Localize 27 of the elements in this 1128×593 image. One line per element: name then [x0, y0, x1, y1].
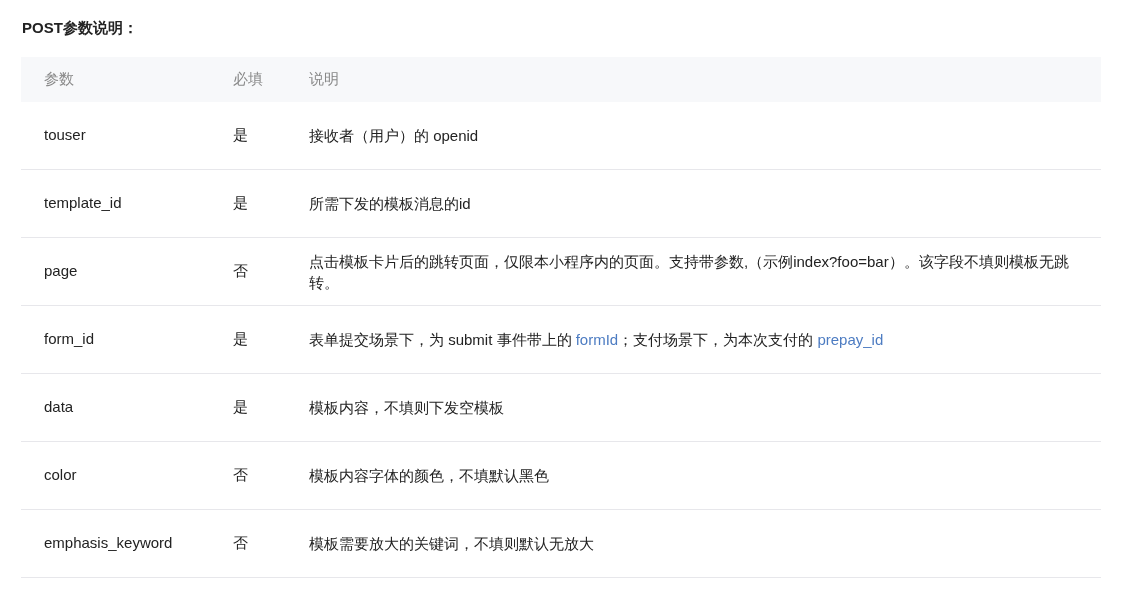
description-text: 点击模板卡片后的跳转页面，仅限本小程序内的页面。支持带参数,（示例index?foo=bar）。该字段不填则模板无跳转。	[309, 252, 1069, 291]
param-name: touser	[44, 126, 86, 144]
column-header: 参数	[43, 69, 75, 90]
required-value: 否	[233, 262, 248, 280]
required-value: 否	[233, 466, 248, 484]
param-name: color	[44, 466, 77, 484]
section-title: POST参数说明：	[21, 18, 139, 38]
link[interactable]: prepay_id	[817, 331, 884, 348]
link[interactable]: formId	[575, 331, 619, 348]
description-text: 模板内容，不填则下发空模板	[309, 399, 504, 416]
required-value: 是	[233, 330, 248, 348]
description-text: 接收者（用户）的 openid	[309, 127, 479, 144]
description-text: 所需下发的模板消息的id	[309, 195, 471, 212]
description-text: 模板内容字体的颜色，不填默认黑色	[309, 467, 549, 484]
param-name: template_id	[44, 194, 122, 212]
required-value: 否	[233, 534, 248, 552]
param-name: form_id	[44, 330, 95, 348]
required-value: 是	[233, 194, 248, 212]
required-value: 是	[233, 126, 248, 144]
description-text: 表单提交场景下，为 submit 事件带上的 formId；支付场景下，为本次支付的 prepay_id	[309, 331, 884, 348]
param-name: emphasis_keyword	[44, 534, 173, 552]
description-text: 模板需要放大的关键词，不填则默认无放大	[309, 535, 594, 552]
param-name: data	[44, 398, 74, 416]
column-header: 必填	[233, 69, 264, 90]
column-header: 说明	[309, 69, 340, 90]
param-name: page	[44, 262, 78, 280]
required-value: 是	[233, 398, 248, 416]
